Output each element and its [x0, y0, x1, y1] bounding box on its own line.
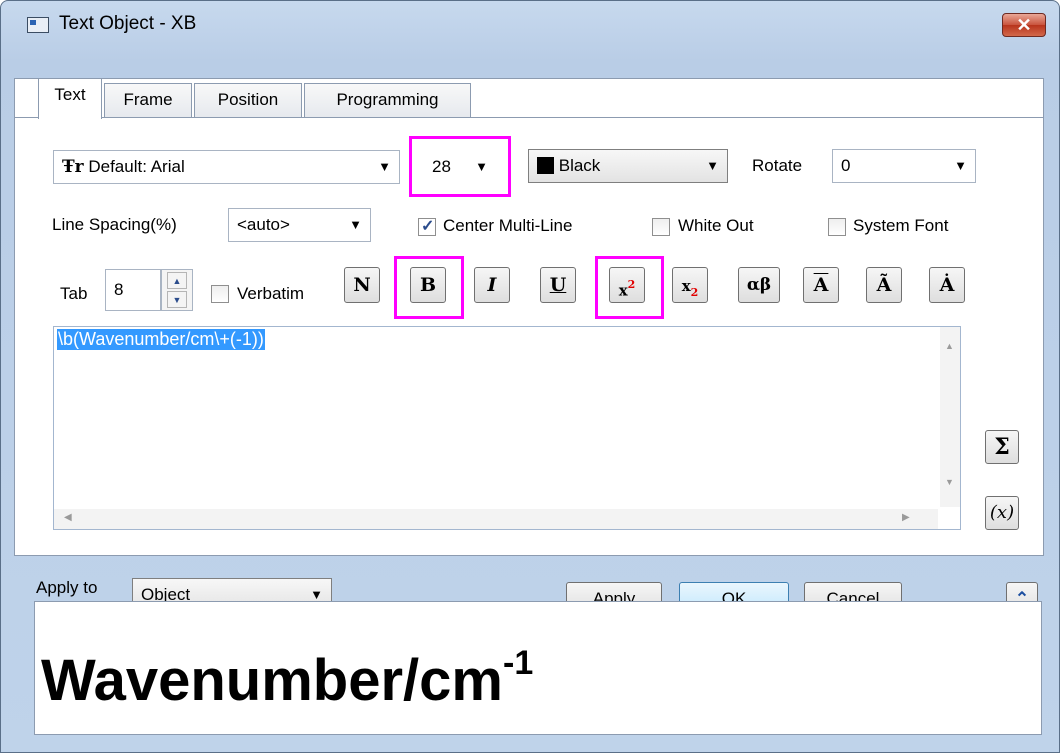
line-spacing-label: Line Spacing(%) [52, 215, 177, 234]
font-combo[interactable]: Ŧr Default: Arial ▼ [53, 150, 400, 184]
tilde-icon: Ã [876, 274, 892, 296]
center-multiline-checkbox[interactable]: ✓ [418, 218, 436, 236]
superscript-button[interactable]: x2 [609, 267, 645, 303]
rotate-label: Rotate [752, 156, 803, 175]
app-icon [27, 17, 49, 33]
scroll-up-icon[interactable]: ▲ [945, 341, 954, 351]
system-font-checkbox[interactable] [828, 218, 846, 236]
rotate-combo[interactable]: 0 ▼ [832, 149, 976, 183]
tab-size-spinner[interactable]: ▲ ▼ [161, 269, 193, 311]
chevron-down-icon: ▼ [475, 159, 488, 174]
size-combo[interactable]: 28 ▼ [423, 150, 501, 184]
overbar-button[interactable]: A [803, 267, 839, 303]
dot-accent-button[interactable]: Ȧ [929, 267, 965, 303]
preview-pane: Wavenumber/cm-1 [34, 601, 1042, 735]
spin-up-icon[interactable]: ▲ [167, 272, 187, 289]
rotate-value: 0 [841, 156, 851, 175]
white-out-checkbox[interactable] [652, 218, 670, 236]
chevron-down-icon: ▼ [378, 159, 391, 174]
spin-down-icon[interactable]: ▼ [167, 291, 187, 308]
italic-icon: I [487, 274, 497, 296]
tab-size-value: 8 [114, 280, 124, 299]
chevron-down-icon: ▼ [706, 158, 719, 173]
size-value: 28 [432, 157, 451, 176]
bold-icon: B [419, 274, 437, 296]
preview-text: Wavenumber/cm-1 [41, 628, 533, 716]
preview-base: Wavenumber/cm [41, 648, 503, 713]
color-combo[interactable]: Black ▼ [528, 149, 728, 183]
bold-button[interactable]: B [410, 267, 446, 303]
superscript-exp: 2 [627, 278, 636, 291]
verbatim-label: Verbatim [237, 284, 305, 303]
scroll-right-icon[interactable]: ▶ [902, 512, 910, 523]
tab-divider [14, 117, 1044, 118]
tab-size-input[interactable]: 8 [105, 269, 161, 311]
line-spacing-combo[interactable]: <auto> ▼ [228, 208, 371, 242]
sigma-button[interactable]: Σ [985, 430, 1019, 464]
chevron-down-icon: ▼ [954, 158, 967, 173]
white-out-label: White Out [678, 216, 754, 235]
subscript-exp: 2 [690, 285, 699, 299]
function-icon: (x) [989, 502, 1015, 523]
tab-size-label: Tab [60, 284, 88, 303]
horizontal-scrollbar[interactable]: ◀ ▶ [54, 509, 938, 529]
close-button[interactable]: ✕ [1002, 13, 1046, 37]
system-font-label: System Font [853, 216, 949, 235]
tab-text[interactable]: Text [38, 78, 102, 119]
preview-superscript: -1 [503, 644, 534, 682]
subscript-icon: x [681, 277, 691, 295]
superscript-icon: x [618, 281, 628, 300]
tab-programming[interactable]: Programming [304, 83, 471, 117]
title-bar[interactable]: Text Object - XB ✕ [1, 1, 1059, 47]
text-editor[interactable]: \b(Wavenumber/cm\+(-1)) ▲ ▼ ◀ ▶ [53, 326, 961, 530]
normal-button[interactable]: N [344, 267, 380, 303]
italic-button[interactable]: I [474, 267, 510, 303]
verbatim-checkbox[interactable] [211, 285, 229, 303]
greek-button[interactable]: αβ [738, 267, 780, 303]
chevron-down-icon: ▼ [349, 217, 362, 232]
vertical-scrollbar[interactable]: ▲ ▼ [940, 327, 960, 507]
subscript-button[interactable]: x2 [672, 267, 708, 303]
font-icon: Ŧr [62, 157, 84, 177]
center-multiline-label: Center Multi-Line [443, 216, 573, 235]
editor-selected-text[interactable]: \b(Wavenumber/cm\+(-1)) [57, 329, 265, 350]
dot-accent-icon: Ȧ [939, 274, 955, 296]
apply-to-label: Apply to [36, 578, 98, 597]
function-button[interactable]: (x) [985, 496, 1019, 530]
color-value: Black [558, 156, 601, 175]
underline-icon: U [549, 274, 567, 296]
underline-button[interactable]: U [540, 267, 576, 303]
overbar-icon: A [813, 274, 829, 296]
tab-position[interactable]: Position [194, 83, 302, 117]
scroll-left-icon[interactable]: ◀ [64, 512, 72, 523]
color-swatch [537, 157, 554, 174]
sigma-icon: Σ [994, 434, 1010, 460]
scroll-down-icon[interactable]: ▼ [945, 477, 954, 487]
tab-frame[interactable]: Frame [104, 83, 192, 117]
font-value: Default: Arial [88, 157, 185, 176]
window-title: Text Object - XB [59, 13, 197, 34]
line-spacing-value: <auto> [237, 215, 290, 234]
check-icon: ✓ [421, 218, 435, 235]
tilde-button[interactable]: Ã [866, 267, 902, 303]
normal-icon: N [353, 274, 371, 296]
greek-icon: αβ [746, 275, 772, 295]
